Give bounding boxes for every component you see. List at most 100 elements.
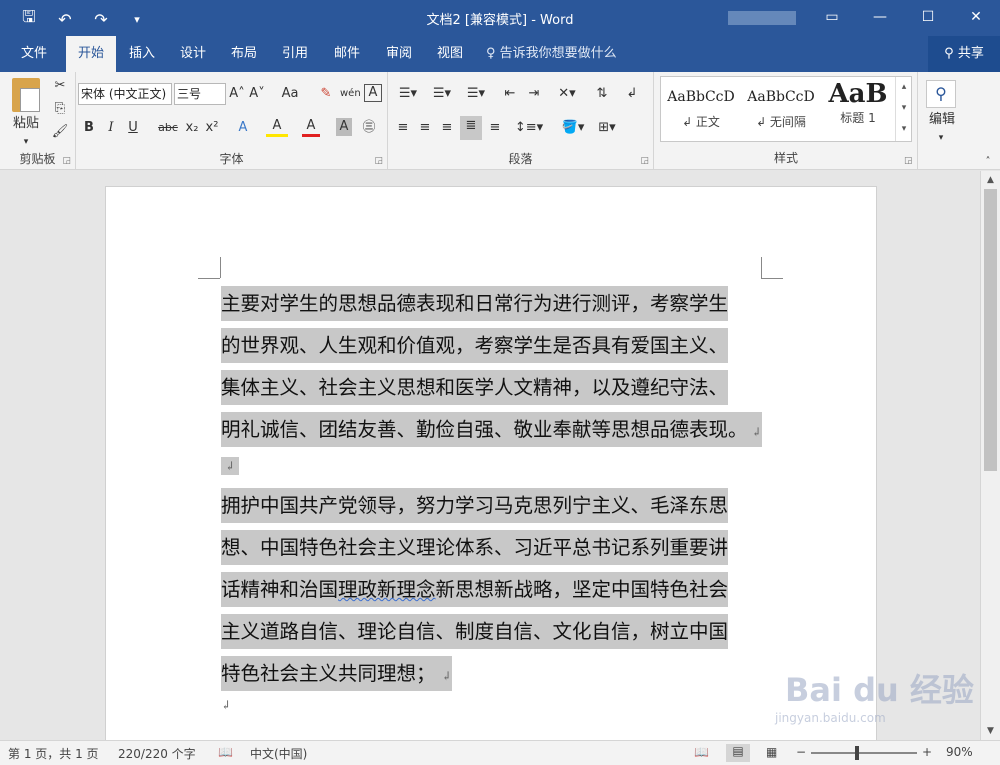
ribbon-display-options-button[interactable]: ▭ — [808, 0, 856, 34]
text-segment: 话精神和治国 — [221, 578, 339, 601]
shrink-font-button[interactable]: A˅ — [248, 84, 266, 104]
paragraph-group: ☰▾ ☰▾ ☰▾ ⇤ ⇥ ✕▾ ⇅ ↲ ≡ ≡ ≡ ≣ ≡ ↕≡▾ 🪣▾ ⊞▾ … — [388, 72, 654, 170]
read-mode-icon[interactable]: 📖 — [694, 745, 709, 759]
paragraph-mark: ↲ — [221, 698, 232, 712]
text-segment: 新思想新战略，坚定中国特色社会 — [435, 578, 729, 601]
zoom-in-button[interactable]: + — [922, 745, 932, 759]
page-count[interactable]: 第 1 页，共 1 页 — [8, 745, 99, 762]
clear-formatting-icon[interactable]: ✎ — [316, 84, 336, 104]
word-count[interactable]: 220/220 个字 — [118, 745, 196, 762]
borders-icon[interactable]: ⊞▾ — [592, 118, 622, 138]
zoom-level[interactable]: 90% — [946, 745, 973, 759]
zoom-slider-thumb[interactable] — [855, 746, 859, 760]
decrease-indent-icon[interactable]: ⇤ — [500, 84, 520, 104]
status-bar: 第 1 页，共 1 页 220/220 个字 📖 中文(中国) 📖 ▤ ▦ − … — [0, 740, 1000, 765]
chevron-down-icon: ▾ — [938, 133, 944, 143]
numbering-icon[interactable]: ☰▾ — [428, 84, 456, 104]
proofing-icon[interactable]: 📖 — [218, 745, 233, 759]
superscript-button[interactable]: x² — [204, 118, 220, 138]
scroll-thumb[interactable] — [984, 189, 997, 471]
justify-icon[interactable]: ≣ — [460, 116, 482, 140]
tab-references[interactable]: 引用 — [272, 36, 318, 72]
tab-file[interactable]: 文件 — [8, 36, 60, 72]
cut-icon[interactable]: ✂ — [50, 76, 70, 96]
align-left-icon[interactable]: ≡ — [394, 118, 412, 138]
dialog-launcher-icon[interactable]: ◲ — [62, 156, 71, 166]
distributed-icon[interactable]: ≡ — [486, 118, 504, 138]
subscript-button[interactable]: x₂ — [184, 118, 200, 138]
change-case-button[interactable]: Aa — [276, 84, 304, 104]
close-button[interactable]: ✕ — [952, 0, 1000, 34]
tell-me-search[interactable]: ♀ 告诉我你想要做什么 — [486, 36, 617, 72]
multilevel-list-icon[interactable]: ☰▾ — [462, 84, 490, 104]
style-normal[interactable]: AaBbCcD ↲ 正文 — [661, 77, 741, 141]
dialog-launcher-icon[interactable]: ◲ — [640, 156, 649, 166]
enclose-characters-icon[interactable]: ㊂ — [360, 118, 378, 138]
character-shading-button[interactable]: A — [336, 118, 352, 136]
copy-icon[interactable]: ⎘ — [50, 99, 70, 119]
dialog-launcher-icon[interactable]: ◲ — [374, 156, 383, 166]
print-layout-icon[interactable]: ▤ — [726, 744, 750, 762]
styles-scroll[interactable]: ▴ ▾ ▾ — [895, 77, 912, 141]
zoom-out-button[interactable]: − — [796, 745, 806, 759]
search-icon[interactable]: ⚲ — [926, 80, 956, 108]
editing-group: ⚲ 编辑 ▾ — [918, 72, 966, 170]
character-border-icon[interactable]: A — [364, 84, 382, 102]
bullets-icon[interactable]: ☰▾ — [394, 84, 422, 104]
minimize-button[interactable]: — — [856, 0, 904, 34]
tab-design[interactable]: 设计 — [170, 36, 216, 72]
show-marks-icon[interactable]: ↲ — [622, 84, 642, 104]
shading-icon[interactable]: 🪣▾ — [558, 118, 588, 138]
font-color-button[interactable]: A — [302, 118, 320, 137]
web-layout-icon[interactable]: ▦ — [766, 745, 777, 759]
person-icon: ⚲ — [944, 46, 958, 61]
text-line: 特色社会主义共同理想； — [221, 662, 436, 685]
align-center-icon[interactable]: ≡ — [416, 118, 434, 138]
underline-button[interactable]: U — [126, 118, 140, 138]
paragraph-1[interactable]: 主要对学生的思想品德表现和日常行为进行测评，考察学生 的世界观、人生观和价值观，… — [221, 283, 762, 451]
tab-insert[interactable]: 插入 — [120, 36, 164, 72]
bold-button[interactable]: B — [82, 118, 96, 138]
format-painter-icon[interactable]: 🖌 — [50, 122, 70, 142]
paragraph-group-label: 段落 — [508, 152, 533, 166]
sort-icon[interactable]: ⇅ — [592, 84, 612, 104]
baidu-watermark: Bai du 经验 jingyan.baidu.com — [755, 655, 990, 735]
tab-layout[interactable]: 布局 — [222, 36, 266, 72]
tab-home[interactable]: 开始 — [66, 36, 116, 72]
font-size-combo[interactable]: 三号 — [174, 83, 226, 105]
tab-mailings[interactable]: 邮件 — [324, 36, 370, 72]
editing-button[interactable]: 编辑 — [920, 110, 964, 130]
increase-indent-icon[interactable]: ⇥ — [524, 84, 544, 104]
language[interactable]: 中文(中国) — [250, 745, 307, 762]
italic-button[interactable]: I — [104, 118, 118, 138]
empty-paragraph[interactable]: ↲ — [221, 693, 231, 713]
font-name-combo[interactable]: 宋体 (中文正文) — [78, 83, 172, 105]
maximize-button[interactable]: ☐ — [904, 0, 952, 34]
text-effects-button[interactable]: A — [234, 118, 252, 138]
style-heading-1[interactable]: AaB 标题 1 — [821, 77, 895, 141]
tab-view[interactable]: 视图 — [428, 36, 472, 72]
align-right-icon[interactable]: ≡ — [438, 118, 456, 138]
grow-font-button[interactable]: A˄ — [228, 84, 246, 104]
watermark-logo: Bai du 经验 — [785, 671, 974, 709]
paragraph-2[interactable]: 拥护中国共产党领导，努力学习马克思列宁主义、毛泽东思 想、中国特色社会主义理论体… — [221, 485, 729, 695]
paste-dropdown-icon[interactable]: ▾ — [20, 132, 32, 152]
paste-icon[interactable] — [12, 78, 40, 112]
collapse-ribbon-icon[interactable]: ˄ — [980, 152, 996, 172]
account-avatar[interactable] — [728, 11, 796, 25]
chinese-layout-icon[interactable]: ✕▾ — [554, 84, 580, 104]
highlight-button[interactable]: A — [266, 118, 288, 137]
empty-paragraph[interactable]: ↲ — [221, 451, 240, 477]
scroll-up-icon[interactable]: ▲ — [981, 171, 1000, 189]
phonetic-guide-icon[interactable]: wén — [340, 84, 361, 104]
tab-review[interactable]: 审阅 — [376, 36, 422, 72]
zoom-slider[interactable] — [811, 752, 917, 754]
text-line: 集体主义、社会主义思想和医学人文精神，以及遵纪守法、 — [221, 370, 729, 405]
ribbon-tabs: 文件 开始 插入 设计 布局 引用 邮件 审阅 视图 ♀ 告诉我你想要做什么 ⚲… — [0, 36, 1000, 72]
line-spacing-icon[interactable]: ↕≡▾ — [514, 118, 544, 138]
strikethrough-button[interactable]: abc — [156, 118, 180, 138]
title-bar: 🖫 ↶ ↷ ▾ 文档2 [兼容模式] - Word ▭ — ☐ ✕ — [0, 0, 1000, 36]
style-no-spacing[interactable]: AaBbCcD ↲ 无间隔 — [741, 77, 821, 141]
paste-button[interactable]: 粘贴 — [8, 114, 44, 134]
share-button[interactable]: ⚲ 共享 — [928, 36, 1000, 72]
